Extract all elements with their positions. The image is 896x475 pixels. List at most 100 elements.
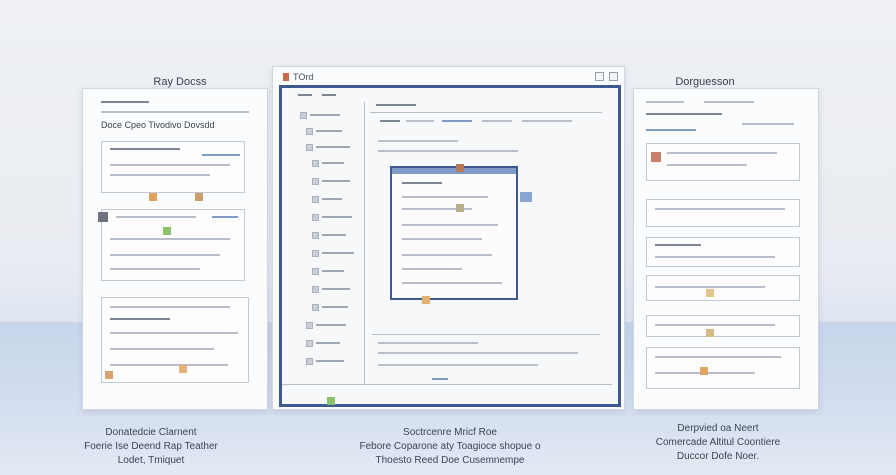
tree-item[interactable] (316, 146, 350, 148)
menu-bar-item[interactable] (322, 94, 336, 96)
left-chip-green (163, 227, 171, 235)
left-document-panel[interactable]: Doce Cpeo Tivodivo Dovsdd (82, 88, 268, 410)
side-button[interactable] (520, 192, 532, 202)
right-chip-tan (706, 289, 714, 297)
folder-icon (312, 160, 319, 167)
tree-item[interactable] (322, 180, 350, 182)
right-card-6[interactable] (646, 347, 800, 389)
window-title: TOrd (293, 72, 314, 82)
menu-bar-item[interactable] (298, 94, 312, 96)
dialog-line (402, 238, 482, 240)
left-caption-title: Donatedcie Clarnent (105, 427, 197, 438)
tree-item[interactable] (322, 270, 344, 272)
center-caption-title: Soctrcenre Mricf Roe (403, 427, 497, 438)
status-bar (282, 384, 612, 385)
card-line (655, 324, 775, 326)
tree-item[interactable] (316, 360, 344, 362)
left-card-1[interactable] (101, 141, 245, 193)
card-line (110, 174, 210, 176)
left-card-2[interactable] (98, 209, 245, 281)
tree-item[interactable] (316, 130, 342, 132)
toolbar-item[interactable] (376, 104, 416, 106)
modal-dialog[interactable] (390, 164, 518, 300)
tree-sidebar[interactable] (286, 102, 365, 384)
folder-icon (300, 112, 307, 119)
status-indicator (432, 378, 448, 380)
right-document-panel[interactable] (633, 88, 819, 410)
dialog-icon (456, 164, 464, 172)
right-card-4[interactable] (646, 275, 800, 301)
minimize-button[interactable] (595, 72, 604, 81)
left-header-line (101, 101, 149, 103)
card-line (212, 216, 238, 218)
card-line (110, 268, 200, 270)
folder-icon (306, 128, 313, 135)
right-chip-tan-2 (706, 329, 714, 337)
qr-icon (98, 212, 108, 222)
card-line (655, 286, 765, 288)
tree-item[interactable] (316, 342, 340, 344)
right-panel-label: Dorguesson (675, 76, 735, 88)
content-line (378, 364, 538, 366)
card-line (110, 254, 220, 256)
right-caption-line: Duccor Dofe Noer. (676, 451, 760, 462)
content-toolbar (370, 102, 602, 113)
tree-item[interactable] (322, 198, 342, 200)
tree-item[interactable] (322, 288, 350, 290)
tree-item[interactable] (322, 162, 344, 164)
content-line (372, 334, 600, 335)
dialog-chip-tan (422, 296, 430, 304)
close-button[interactable] (609, 72, 618, 81)
tree-item[interactable] (322, 216, 352, 218)
app-window-frame (279, 85, 621, 407)
right-caption: Derpvied oa Neert Comercade Altitul Coon… (630, 422, 806, 464)
content-line (378, 352, 578, 354)
content-line (378, 140, 458, 142)
center-app-panel[interactable]: TOrd (272, 66, 625, 410)
card-line (110, 348, 214, 350)
tab-item[interactable] (406, 120, 434, 122)
card-line (655, 256, 775, 258)
left-panel-label: Ray Docss (153, 76, 207, 88)
tab-item[interactable] (442, 120, 472, 122)
tree-item[interactable] (322, 252, 354, 254)
tab-item[interactable] (482, 120, 512, 122)
folder-icon (312, 268, 319, 275)
card-line (110, 364, 228, 366)
card-line (655, 208, 785, 210)
tab-item[interactable] (380, 120, 400, 122)
tree-item[interactable] (322, 234, 346, 236)
tree-item[interactable] (316, 324, 346, 326)
folder-icon (312, 250, 319, 257)
right-header-line (704, 101, 754, 103)
right-header-line (646, 129, 696, 131)
left-caption-line: Foerie Ise Deend Rap Teather (84, 441, 218, 452)
folder-icon (306, 322, 313, 329)
right-card-5[interactable] (646, 315, 800, 337)
folder-icon (312, 232, 319, 239)
dialog-title-bar (392, 168, 516, 174)
card-line (110, 318, 170, 320)
center-chip-green (327, 397, 335, 405)
content-line (378, 150, 518, 152)
dialog-line (402, 282, 502, 284)
content-tabs (374, 116, 602, 130)
right-card-2[interactable] (646, 199, 800, 227)
folder-icon (306, 144, 313, 151)
right-header-line (646, 113, 722, 115)
left-chip-orange-3 (179, 365, 187, 373)
left-caption-line: Lodet, Tmiquet (117, 455, 185, 466)
dialog-line (402, 182, 442, 184)
tree-item[interactable] (310, 114, 340, 116)
app-logo-icon (283, 73, 289, 81)
card-line (110, 148, 180, 150)
left-header-rule (101, 111, 249, 113)
tab-item[interactable] (522, 120, 572, 122)
center-caption-line: Febore Coparone aty Toagioce shopue o (359, 441, 541, 452)
right-card-1[interactable] (646, 143, 800, 181)
folder-icon (312, 196, 319, 203)
tree-item[interactable] (322, 306, 348, 308)
left-card-3[interactable] (101, 297, 249, 383)
right-card-3[interactable] (646, 237, 800, 267)
right-caption-title: Derpvied oa Neert (677, 423, 759, 434)
